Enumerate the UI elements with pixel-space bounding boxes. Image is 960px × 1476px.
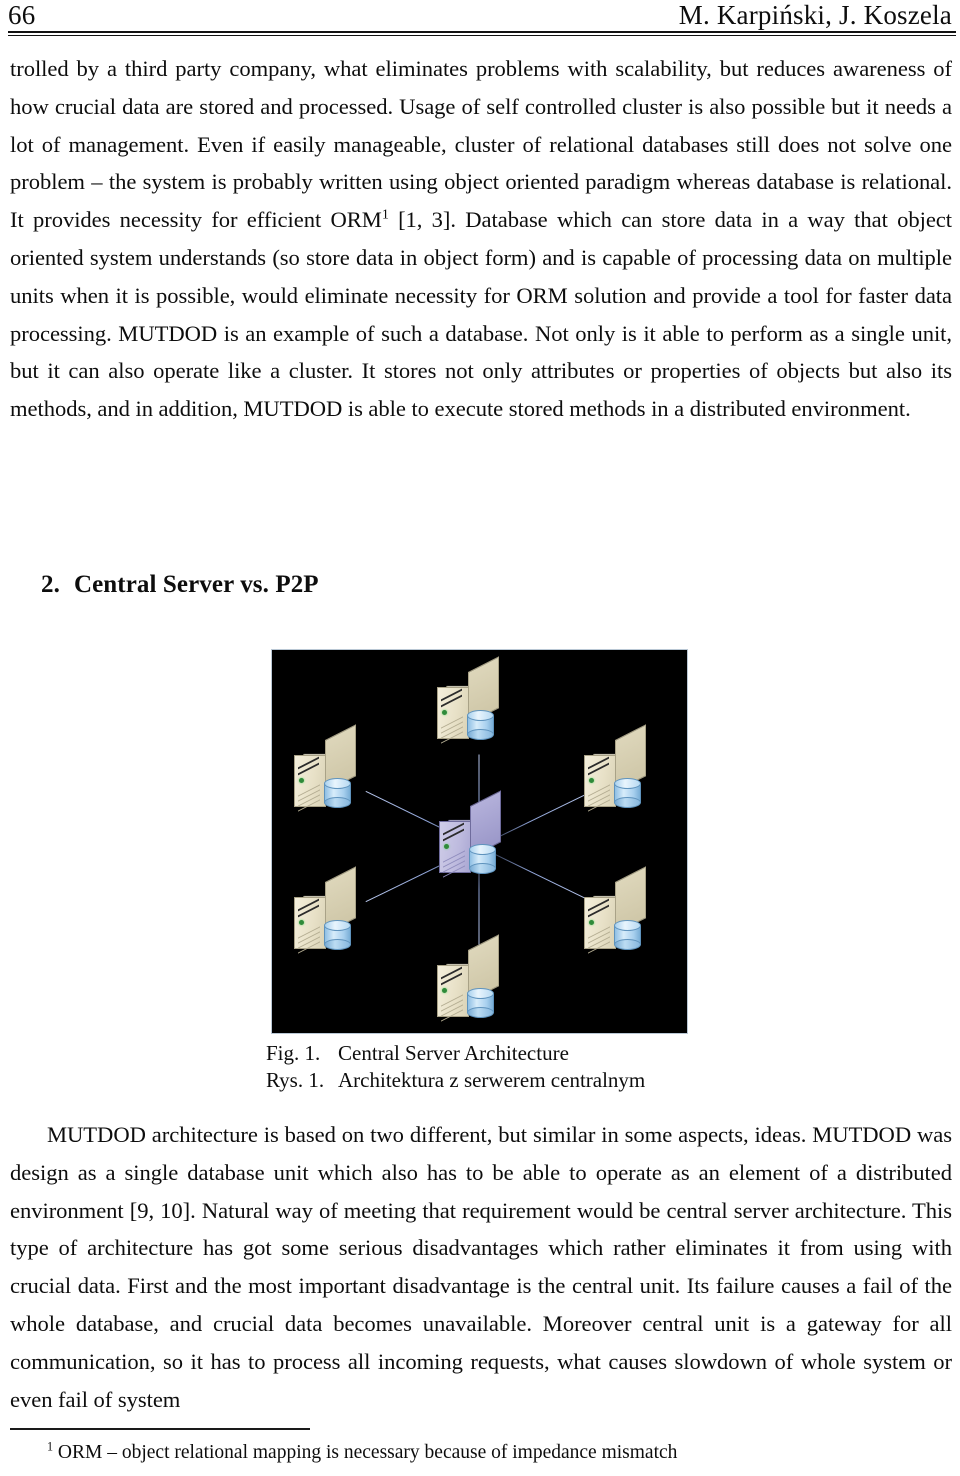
cylinder-bottom bbox=[614, 939, 641, 950]
cylinder-bottom bbox=[324, 939, 351, 950]
figure-caption-en-text: Central Server Architecture bbox=[338, 1041, 569, 1065]
figure-node-server-top bbox=[431, 656, 527, 754]
database-cylinder-icon bbox=[467, 988, 494, 1018]
database-cylinder-icon bbox=[614, 778, 641, 808]
cylinder-top bbox=[324, 920, 351, 931]
section-heading: 2. Central Server vs. P2P bbox=[41, 571, 319, 599]
server-power-led-icon bbox=[299, 778, 304, 783]
footnote-text: ORM – object relational mapping is neces… bbox=[53, 1442, 678, 1463]
server-power-led-icon bbox=[442, 988, 447, 993]
figure-caption-en: Fig. 1. Central Server Architecture bbox=[266, 1040, 645, 1067]
database-cylinder-icon bbox=[467, 710, 494, 740]
server-power-led-icon bbox=[442, 710, 447, 715]
figure-caption-pl: Rys. 1. Architektura z serwerem centralny… bbox=[266, 1067, 645, 1094]
footnote-separator-rule bbox=[10, 1428, 310, 1430]
figure-caption-pl-label: Rys. 1. bbox=[266, 1068, 325, 1092]
cylinder-bottom bbox=[324, 797, 351, 808]
header-authors: M. Karpiński, J. Koszela bbox=[678, 0, 952, 30]
figure-node-server-top-right bbox=[578, 724, 674, 822]
cylinder-top bbox=[467, 988, 494, 999]
figure-node-server-bottom-left bbox=[288, 866, 384, 964]
server-power-led-icon bbox=[589, 778, 594, 783]
figure-node-server-bottom bbox=[431, 934, 527, 1032]
footnote-marker: 1 bbox=[381, 207, 389, 223]
figure-node-server-bottom-right bbox=[578, 866, 674, 964]
document-page: 66 M. Karpiński, J. Koszela trolled by a… bbox=[0, 0, 960, 1476]
cylinder-bottom bbox=[614, 797, 641, 808]
paragraph-2: MUTDOD architecture is based on two diff… bbox=[10, 1122, 952, 1412]
footnote: 1 ORM – object relational mapping is nec… bbox=[47, 1440, 677, 1466]
cylinder-top bbox=[614, 920, 641, 931]
section-number: 2. bbox=[41, 571, 60, 598]
figure-node-server-top-left bbox=[288, 724, 384, 822]
cylinder-bottom bbox=[467, 1007, 494, 1018]
cylinder-top bbox=[324, 778, 351, 789]
figure-node-central-server bbox=[433, 790, 529, 888]
section-title: Central Server vs. P2P bbox=[73, 571, 319, 598]
database-cylinder-icon bbox=[324, 778, 351, 808]
paragraph-1-text: trolled by a third party company, what e… bbox=[10, 56, 952, 233]
figure-caption: Fig. 1. Central Server Architecture Rys. … bbox=[266, 1040, 645, 1094]
cylinder-top bbox=[614, 778, 641, 789]
database-cylinder-icon bbox=[469, 844, 496, 874]
body-content-after-figure: MUTDOD architecture is based on two diff… bbox=[10, 1116, 952, 1418]
server-power-led-icon bbox=[299, 920, 304, 925]
server-power-led-icon bbox=[444, 844, 449, 849]
figure-caption-pl-text: Architektura z serwerem centralnym bbox=[338, 1068, 646, 1092]
cylinder-top bbox=[467, 710, 494, 721]
paragraph-continued: trolled by a third party company, what e… bbox=[10, 50, 952, 428]
figure-caption-en-label: Fig. 1. bbox=[266, 1041, 321, 1065]
cylinder-bottom bbox=[469, 863, 496, 874]
body-content: trolled by a third party company, what e… bbox=[10, 50, 952, 428]
cylinder-top bbox=[469, 844, 496, 855]
figure-central-server-architecture bbox=[272, 650, 687, 1033]
paragraph-1-continuation: [1, 3]. Database which can store data in… bbox=[10, 207, 952, 422]
database-cylinder-icon bbox=[614, 920, 641, 950]
page-number: 66 bbox=[8, 0, 36, 30]
database-cylinder-icon bbox=[324, 920, 351, 950]
cylinder-bottom bbox=[467, 729, 494, 740]
server-power-led-icon bbox=[589, 920, 594, 925]
header-rule bbox=[8, 31, 956, 36]
